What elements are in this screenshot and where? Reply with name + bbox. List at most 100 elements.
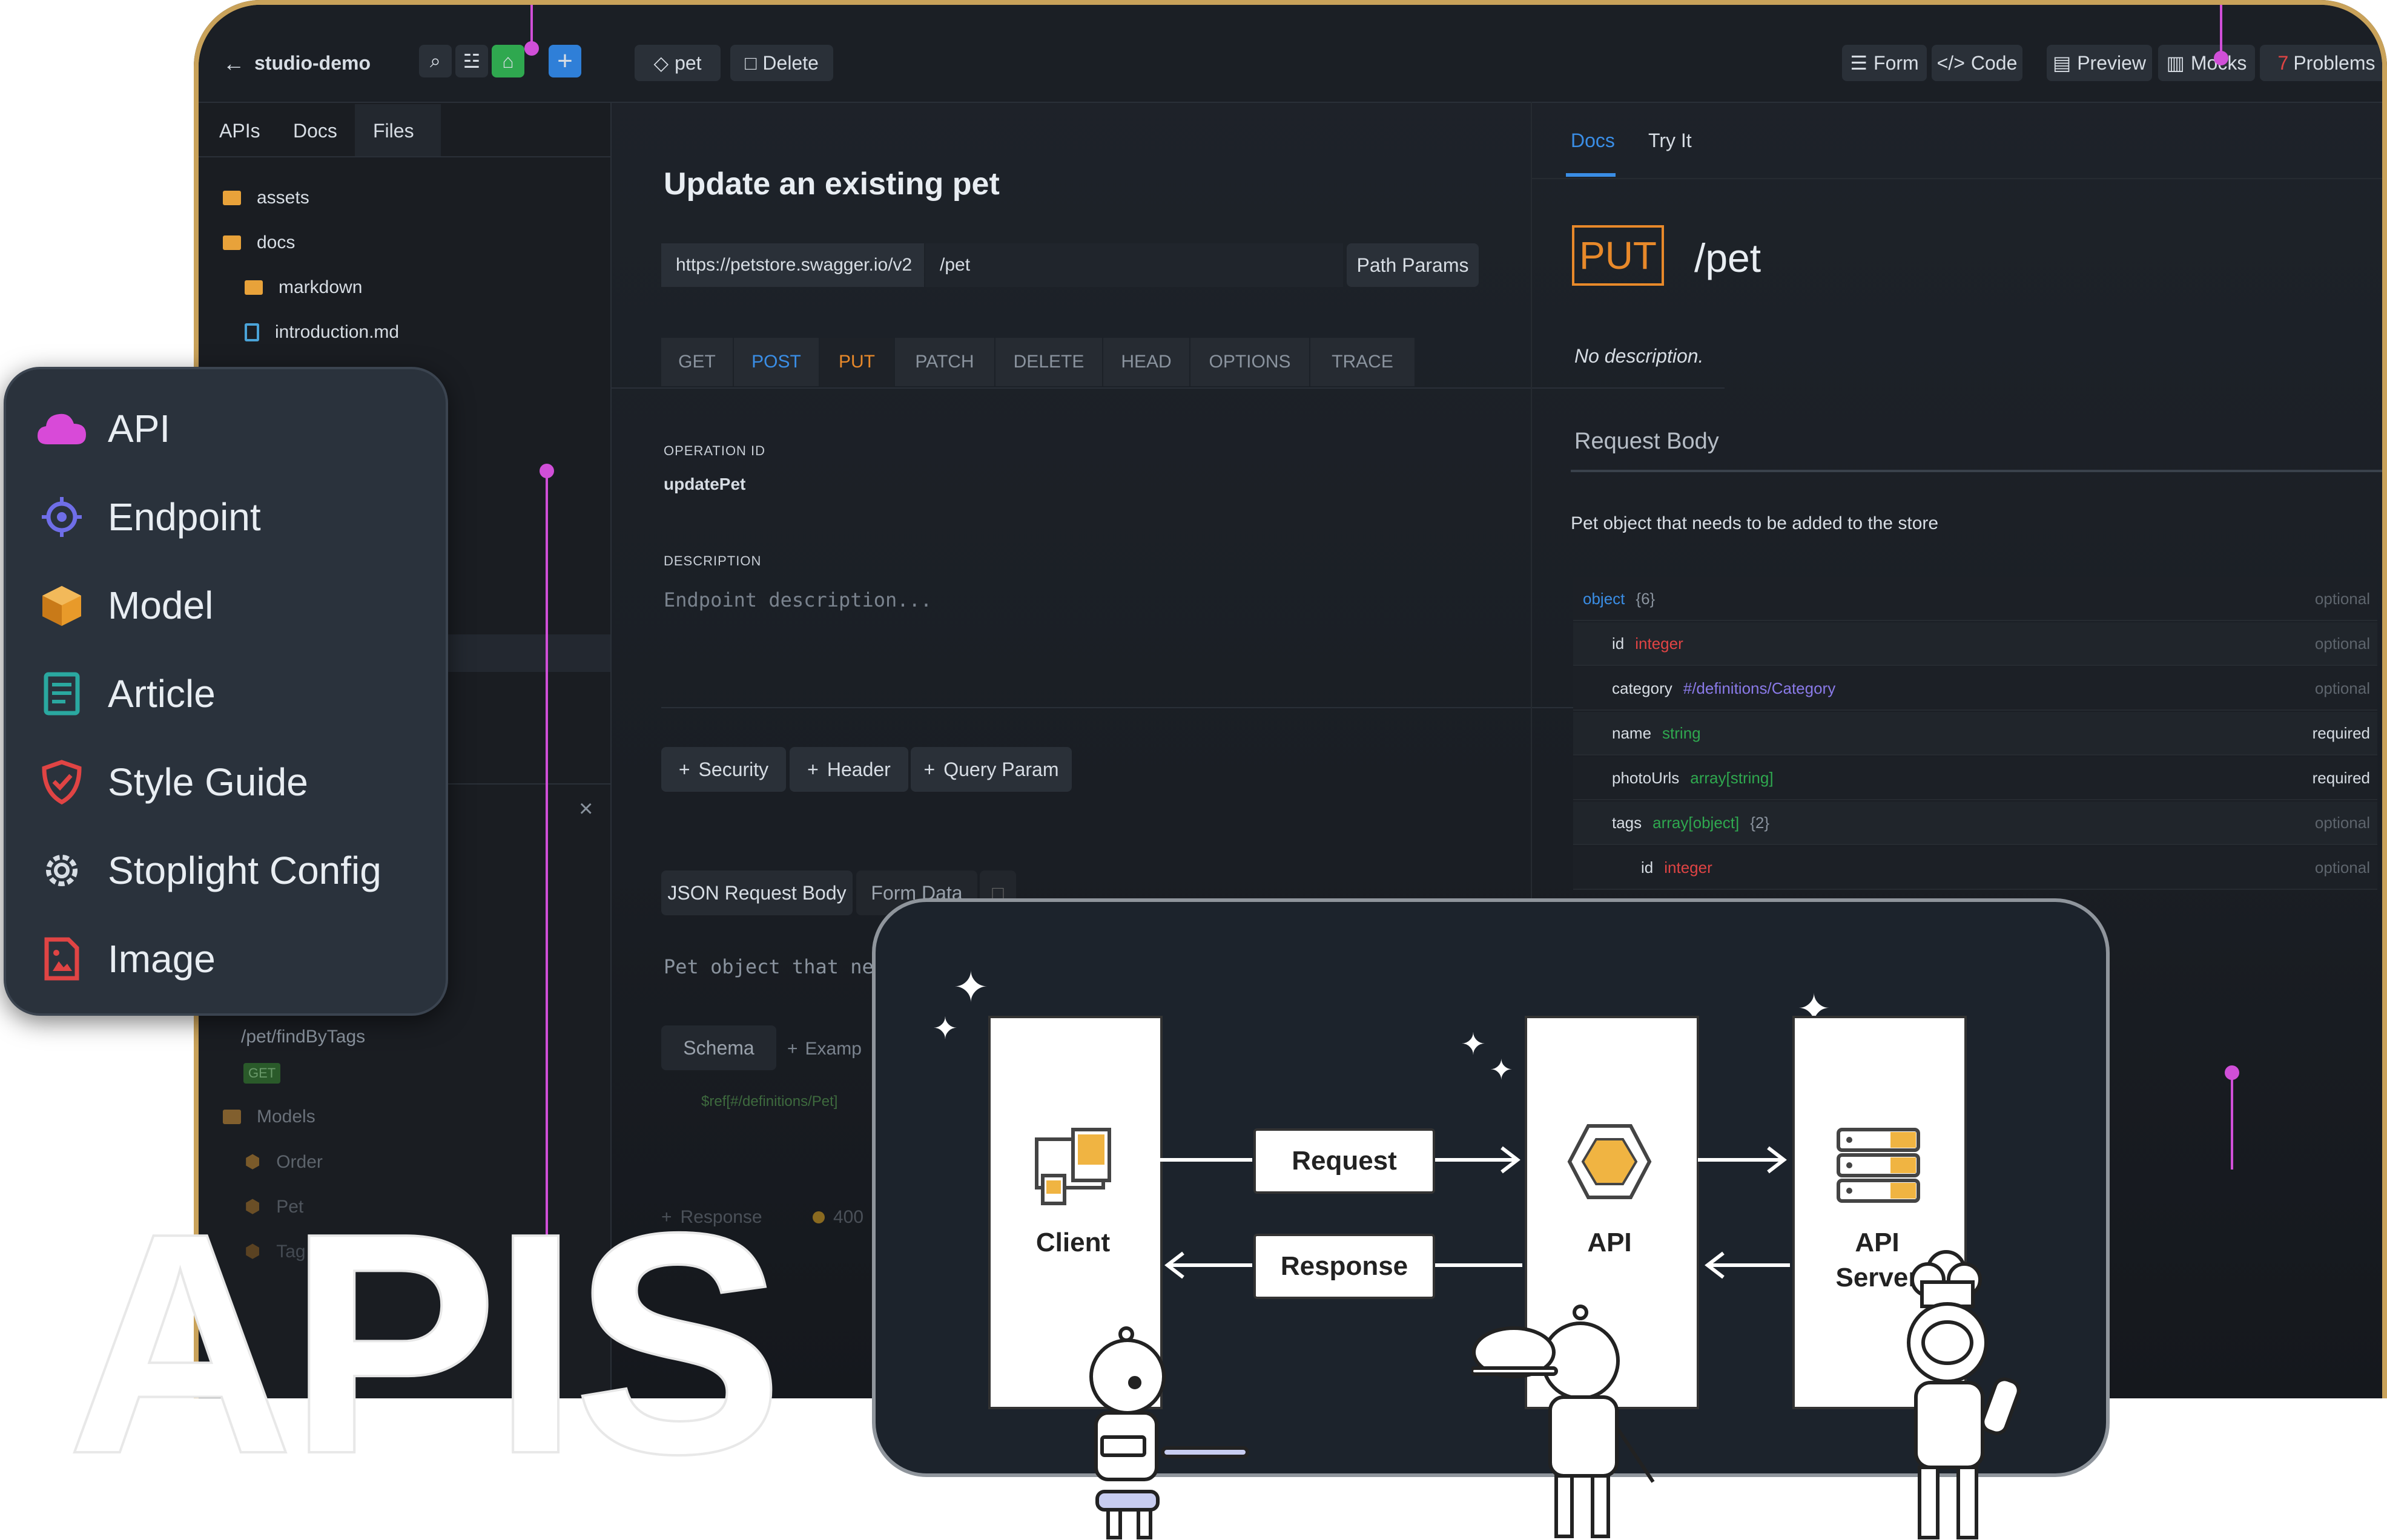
path-params-button[interactable]: Path Params	[1347, 243, 1479, 287]
editor-divider	[610, 387, 1725, 389]
method-patch[interactable]: PATCH	[895, 338, 994, 386]
docs-path: /pet	[1694, 235, 1761, 280]
description-input[interactable]: Endpoint description...	[664, 588, 932, 611]
folder-open-icon	[223, 235, 241, 250]
project-name: studio-demo	[254, 52, 371, 74]
delete-button[interactable]: □ Delete	[730, 45, 833, 81]
schema-field-flag: optional	[2314, 679, 2370, 697]
schema-row[interactable]: id integer optional	[1573, 846, 2377, 890]
git-button[interactable]: ⌂	[492, 45, 524, 77]
schema-field-flag: optional	[2314, 858, 2370, 877]
method-head[interactable]: HEAD	[1103, 338, 1189, 386]
method-delete[interactable]: DELETE	[995, 338, 1102, 386]
code-view-button[interactable]: </> Code	[1932, 45, 2022, 81]
response-pill: Response	[1253, 1234, 1435, 1299]
tab-docs-preview[interactable]: Docs	[1571, 130, 1615, 152]
menu-item-style-guide[interactable]: Style Guide	[36, 757, 308, 808]
schema-field-name: id	[1612, 634, 1625, 653]
tab-example[interactable]: + Examp	[787, 1039, 862, 1059]
method-put[interactable]: PUT	[820, 338, 894, 386]
schema-field-flag: required	[2312, 723, 2370, 742]
operation-id-label: OPERATION ID	[664, 443, 766, 458]
path-input[interactable]: /pet	[925, 243, 1343, 287]
tab-schema[interactable]: Schema	[661, 1025, 776, 1070]
tab-json-request-body[interactable]: JSON Request Body	[661, 870, 853, 915]
menu-item-endpoint[interactable]: Endpoint	[36, 492, 261, 542]
close-icon[interactable]: ×	[579, 795, 593, 823]
method-post[interactable]: POST	[734, 338, 819, 386]
problems-button[interactable]: 7 Problems	[2260, 45, 2382, 81]
connector-line	[2220, 5, 2222, 56]
tree-item-introduction[interactable]: introduction.md	[245, 322, 399, 343]
share-button[interactable]: ☳	[455, 45, 488, 77]
connector-line	[546, 471, 548, 1258]
tree-item-docs[interactable]: docs	[223, 232, 295, 253]
schema-row[interactable]: name string required	[1573, 712, 2377, 755]
tree-item-assets[interactable]: assets	[223, 188, 309, 208]
add-button[interactable]: +	[549, 45, 581, 77]
folder-icon	[223, 1110, 241, 1124]
schema-row[interactable]: id integer optional	[1573, 622, 2377, 666]
astronaut-chef-illustration	[1907, 1250, 2021, 1539]
tab-apis[interactable]: APIs	[219, 120, 260, 142]
tab-files[interactable]: Files	[373, 120, 414, 142]
tab-try-it[interactable]: Try It	[1648, 130, 1692, 152]
schema-field-type: array[object]	[1652, 813, 1740, 832]
document-icon	[245, 323, 259, 341]
add-header-button[interactable]: + Header	[790, 747, 908, 792]
tree-item-markdown[interactable]: markdown	[245, 277, 362, 298]
tag-pet-button[interactable]: ◇ pet	[635, 45, 721, 81]
schema-row[interactable]: object {6} optional	[1573, 578, 2377, 621]
schema-field-extra: {2}	[1750, 813, 1770, 832]
method-options[interactable]: OPTIONS	[1190, 338, 1309, 386]
tree-item-findbytags[interactable]: /pet/findByTags	[241, 1027, 365, 1047]
schema-row[interactable]: category #/definitions/Category optional	[1573, 667, 2377, 711]
connector-dot	[524, 41, 539, 56]
form-view-button[interactable]: ☰ Form	[1842, 45, 1927, 81]
preview-button[interactable]: ▤ Preview	[2047, 45, 2152, 81]
tab-docs[interactable]: Docs	[293, 120, 337, 142]
menu-item-stoplight-config[interactable]: Stoplight Config	[36, 845, 381, 896]
add-security-button[interactable]: + Security	[661, 747, 786, 792]
menu-item-article[interactable]: Article	[36, 668, 216, 719]
book-icon	[36, 668, 87, 719]
menu-item-api[interactable]: API	[36, 403, 170, 454]
cube-icon	[36, 580, 87, 631]
mocks-button[interactable]: ▥Mocks	[2158, 45, 2255, 81]
new-item-menu: API Endpoint Model Article Style Guide S…	[4, 367, 448, 1016]
folder-icon	[223, 191, 241, 205]
connector-line	[2231, 1073, 2233, 1170]
menu-item-model[interactable]: Model	[36, 580, 213, 631]
schema-field-name: object	[1583, 589, 1625, 608]
tree-item-models[interactable]: Models	[223, 1107, 315, 1127]
connector-dot	[2225, 1065, 2239, 1080]
method-get[interactable]: GET	[661, 338, 733, 386]
body-description[interactable]: Pet object that nee	[664, 955, 885, 978]
search-button[interactable]: ⌕	[419, 45, 452, 77]
operation-id-value[interactable]: updatePet	[664, 475, 745, 494]
method-trace[interactable]: TRACE	[1310, 338, 1415, 386]
schema-row[interactable]: tags array[object] {2} optional	[1573, 801, 2377, 845]
add-query-param-button[interactable]: + Query Param	[911, 747, 1072, 792]
plus-icon: +	[787, 1039, 798, 1059]
schema-field-type: integer	[1635, 634, 1683, 653]
base-url[interactable]: https://petstore.swagger.io/v2	[661, 243, 924, 287]
request-body-divider	[1571, 470, 2382, 472]
request-pill: Request	[1253, 1128, 1435, 1194]
schema-field-name: category	[1612, 679, 1672, 697]
sidebar-panel-divider	[426, 783, 610, 785]
astronaut-waiter-illustration	[1471, 1305, 1655, 1538]
plus-icon: +	[923, 758, 936, 780]
search-icon: ⌕	[430, 50, 441, 71]
menu-item-image[interactable]: Image	[36, 933, 216, 984]
docs-tabs-divider	[1531, 178, 2382, 179]
docs-tab-underline	[1566, 173, 1616, 177]
schema-field-type: string	[1662, 723, 1701, 742]
response-400[interactable]: 400	[813, 1207, 863, 1228]
plus-icon: +	[807, 758, 819, 780]
back-icon[interactable]: ←	[223, 51, 245, 76]
schema-field-name: id	[1641, 858, 1654, 877]
plus-icon: +	[557, 46, 573, 76]
schema-row[interactable]: photoUrls array[string] required	[1573, 757, 2377, 800]
schema-field-name: photoUrls	[1612, 768, 1680, 787]
